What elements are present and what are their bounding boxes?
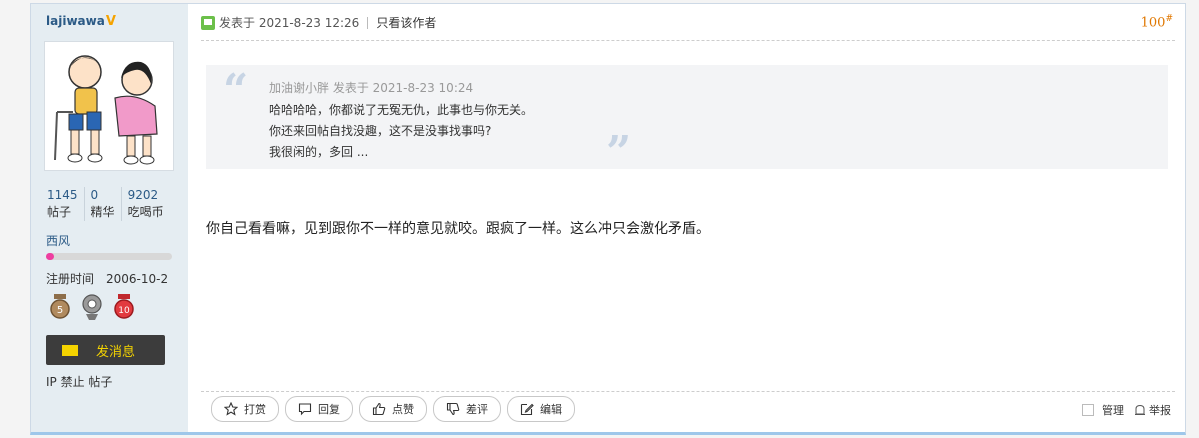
quote-meta: 加油谢小胖 发表于 2021-8-23 10:24 [269,81,474,95]
author-sidebar: lajiwawaV 1145 帖子 0 精华 9202 吃喝币 西风 注册时间 … [31,4,188,432]
medal-webcam-icon[interactable] [81,294,103,320]
footer-divider [201,391,1175,392]
avatar[interactable] [44,41,174,171]
thumbs-up-icon [372,402,386,416]
stat-digest-label: 精华 [90,205,115,219]
edit-button[interactable]: 编辑 [507,396,575,422]
close-quote-icon: ” [606,127,632,178]
svg-text:10: 10 [118,306,130,316]
envelope-icon [62,344,78,356]
only-author-link[interactable]: 只看该作者 [376,14,436,31]
medal-5-icon[interactable]: 5 [49,294,71,320]
author-stats: 1145 帖子 0 精华 9202 吃喝币 [41,187,170,221]
medal-10-icon[interactable]: 10 [113,294,135,320]
send-message-button[interactable]: 发消息 [46,335,165,365]
stat-coins-value[interactable]: 9202 [128,187,164,203]
post-time: 发表于 2021-8-23 12:26 [219,16,360,30]
tip-label: 打赏 [244,403,266,416]
manage-label[interactable]: 管理 [1102,402,1124,418]
like-label: 点赞 [392,403,414,416]
post-header: 发表于 2021-8-23 12:26 只看该作者 [201,14,436,31]
level-progress-bar [46,253,172,260]
dislike-label: 差评 [466,403,488,416]
user-group[interactable]: 西风 [46,232,70,249]
open-quote-icon: “ [223,65,249,116]
send-message-label: 发消息 [96,344,136,360]
floor-number-value: 100 [1140,15,1166,31]
author-name[interactable]: lajiwawa [46,14,105,28]
svg-text:5: 5 [57,305,63,316]
quote-block: “ ” 加油谢小胖 发表于 2021-8-23 10:24 哈哈哈哈，你都说了无… [206,65,1168,178]
edit-icon [520,403,534,416]
header-divider [201,40,1175,41]
floor-number-mark: # [1165,14,1173,24]
quote-line: 我很闲的，多回 ... [269,145,369,159]
dislike-button[interactable]: 差评 [433,396,501,422]
post-container: lajiwawaV 1145 帖子 0 精华 9202 吃喝币 西风 注册时间 … [30,3,1186,435]
author-name-row: lajiwawaV [46,14,116,29]
stat-coins-label: 吃喝币 [127,205,164,219]
like-button[interactable]: 点赞 [359,396,427,422]
report-link[interactable]: 举报 [1149,402,1171,418]
quote-line: 哈哈哈哈，你都说了无冤无仇，此事也与你无关。 [269,103,534,117]
level-progress-fill [46,253,54,260]
manage-checkbox[interactable] [1082,404,1094,416]
comment-icon [298,403,312,416]
reply-button[interactable]: 回复 [285,396,353,422]
post-actions: 打赏 回复 点赞 差评 编辑 [211,396,575,422]
verified-badge-icon: V [105,14,116,29]
report-icon [1135,404,1145,415]
online-status-icon [201,15,215,30]
stat-digest-value[interactable]: 0 [91,187,115,203]
quote-line: 你还来回帖自找没趣，这不是没事找事吗? [269,124,492,138]
tip-button[interactable]: 打赏 [211,396,279,422]
post-content: 你自己看看嘛，见到跟你不一样的意见就咬。跟疯了一样。这么冲只会激化矛盾。 [206,221,710,237]
registration-date: 注册时间 2006-10-2 [46,272,169,286]
floor-number[interactable]: 100# [1141,14,1173,30]
reply-label: 回复 [318,403,340,416]
stat-posts[interactable]: 1145 帖子 [41,187,85,221]
admin-links[interactable]: IP 禁止 帖子 [46,373,112,390]
thumbs-down-icon [446,402,460,416]
medals: 5 10 [49,294,135,320]
avatar-cartoon-image [54,55,158,165]
stat-coins[interactable]: 9202 吃喝币 [122,187,170,221]
stat-posts-value[interactable]: 1145 [47,187,78,203]
divider [367,16,369,29]
edit-label: 编辑 [540,403,562,416]
moderation-tools: 管理 举报 [1082,402,1171,418]
stat-digest[interactable]: 0 精华 [85,187,122,221]
stat-posts-label: 帖子 [47,205,72,219]
star-icon [224,402,238,416]
